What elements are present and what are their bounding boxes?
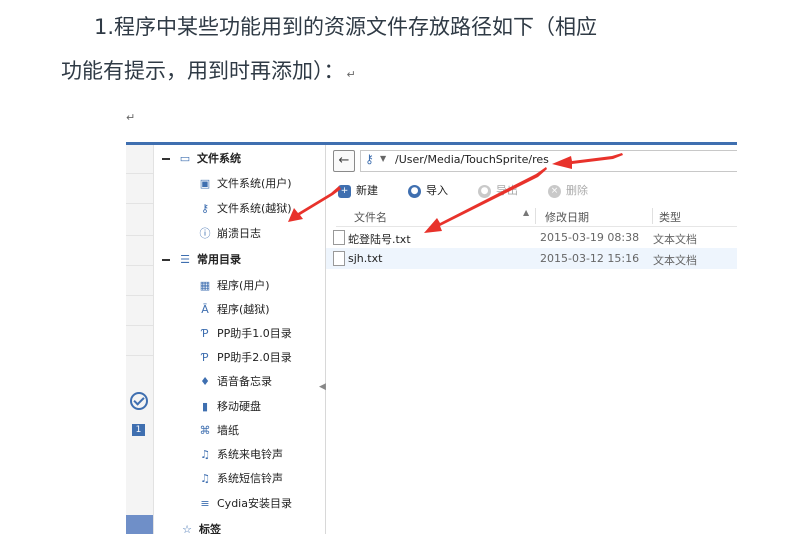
table-row[interactable]: 蛇登陆号.txt 2015-03-19 08:38 文本文档 bbox=[326, 227, 737, 248]
file-name: sjh.txt bbox=[348, 252, 383, 265]
tree-item-file-system-jailbreak[interactable]: ⚷ 文件系统(越狱) bbox=[198, 198, 292, 220]
path-text: /User/Media/TouchSprite/res bbox=[395, 153, 549, 166]
paragraph-line-2: 功能有提示，用到时再添加）： ↵ bbox=[61, 59, 356, 83]
tree-item-sms-tone[interactable]: ♫ 系统短信铃声 bbox=[198, 468, 283, 490]
path-bar: ← ⚷ ▼ /User/Media/TouchSprite/res bbox=[333, 150, 737, 172]
tree-item-voice-memo[interactable]: ♦ 语音备忘录 bbox=[198, 371, 272, 393]
music-icon: ♫ bbox=[200, 472, 210, 485]
tree-item-cydia[interactable]: ≡ Cydia安装目录 bbox=[198, 493, 292, 515]
back-button[interactable]: ← bbox=[333, 150, 355, 172]
left-strip-active-block bbox=[126, 515, 153, 534]
file-date: 2015-03-19 08:38 bbox=[540, 231, 640, 244]
tree-item-apps-jailbreak[interactable]: Ā 程序(越狱) bbox=[198, 299, 269, 321]
file-name: 蛇登陆号.txt bbox=[348, 233, 411, 246]
pane-splitter[interactable] bbox=[325, 145, 326, 534]
tree-item-pp-1[interactable]: Ƥ PP助手1.0目录 bbox=[198, 323, 291, 345]
tree-item-usb-disk[interactable]: ▮ 移动硬盘 bbox=[198, 396, 261, 418]
grid-icon: ▦ bbox=[199, 279, 211, 292]
text-file-icon bbox=[333, 251, 345, 266]
delete-icon: × bbox=[548, 184, 561, 198]
pp-icon: Ƥ bbox=[201, 327, 209, 340]
file-list-header: 文件名 ▲ 修改日期 类型 bbox=[336, 206, 737, 227]
tree-item-wallpaper[interactable]: ⌘ 墙纸 bbox=[198, 420, 240, 442]
tree-item-crash-log[interactable]: ⓘ 崩溃日志 bbox=[198, 223, 262, 245]
table-row[interactable]: sjh.txt 2015-03-12 15:16 文本文档 bbox=[326, 248, 737, 269]
dropdown-arrow-icon[interactable]: ▼ bbox=[380, 154, 386, 163]
column-filename[interactable]: 文件名 bbox=[354, 209, 387, 225]
file-type: 文本文档 bbox=[653, 233, 697, 246]
list-icon: ☰ bbox=[180, 253, 190, 266]
plus-icon: + bbox=[338, 184, 351, 198]
import-button[interactable]: ● 导入 bbox=[408, 179, 448, 203]
pilcrow-mark: ↵ bbox=[126, 111, 136, 124]
collapse-pane-icon[interactable]: ◀ bbox=[319, 382, 326, 392]
collapse-icon[interactable] bbox=[162, 158, 170, 160]
collapse-icon[interactable] bbox=[162, 259, 170, 261]
paragraph-line-1: 1.程序中某些功能用到的资源文件存放路径如下（相应 bbox=[94, 15, 598, 39]
delete-button[interactable]: × 删除 bbox=[548, 179, 588, 203]
lock-icon: ▣ bbox=[199, 177, 211, 190]
menu-icon: ≡ bbox=[200, 497, 210, 510]
image-icon: ⌘ bbox=[199, 424, 211, 437]
music-icon: ♫ bbox=[200, 448, 210, 461]
pilcrow-mark: ↵ bbox=[346, 68, 356, 81]
tree-item-ringtone[interactable]: ♫ 系统来电铃声 bbox=[198, 444, 283, 466]
microphone-icon: ♦ bbox=[200, 375, 210, 388]
tree-group-tags[interactable]: ☆ 标签 bbox=[180, 519, 221, 534]
column-divider bbox=[535, 208, 536, 224]
left-icon-strip: 1 bbox=[126, 145, 154, 534]
new-button[interactable]: + 新建 bbox=[338, 179, 378, 203]
monitor-icon: ▭ bbox=[179, 152, 191, 165]
file-date: 2015-03-12 15:16 bbox=[540, 252, 640, 265]
tree-item-file-system-user[interactable]: ▣ 文件系统(用户) bbox=[198, 173, 292, 195]
export-button[interactable]: ● 导出 bbox=[478, 179, 518, 203]
tree-group-file-system[interactable]: ▭ 文件系统 bbox=[162, 148, 241, 170]
key-icon: ⚷ bbox=[200, 202, 210, 215]
info-icon: ⓘ bbox=[199, 227, 211, 240]
import-icon: ● bbox=[408, 184, 421, 198]
column-modified-date[interactable]: 修改日期 bbox=[545, 209, 589, 225]
text-file-icon bbox=[333, 230, 345, 245]
file-type: 文本文档 bbox=[653, 254, 697, 267]
tree-group-common-dirs[interactable]: ☰ 常用目录 bbox=[162, 249, 241, 271]
check-circle-icon[interactable] bbox=[130, 392, 148, 410]
directory-tree: ▭ 文件系统 ▣ 文件系统(用户) ⚷ 文件系统(越狱) ⓘ 崩溃日志 ☰ 常用目录 ▦ 程… bbox=[154, 145, 325, 534]
sort-ascending-icon: ▲ bbox=[523, 208, 530, 217]
export-icon: ● bbox=[478, 184, 491, 198]
path-input[interactable]: ⚷ ▼ /User/Media/TouchSprite/res bbox=[360, 150, 737, 172]
toolbar: + 新建 ● 导入 ● 导出 × 删除 bbox=[326, 179, 737, 203]
tree-item-pp-2[interactable]: Ƥ PP助手2.0目录 bbox=[198, 347, 291, 369]
star-icon: ☆ bbox=[182, 523, 192, 534]
key-icon: ⚷ bbox=[365, 152, 374, 166]
tree-item-apps-user[interactable]: ▦ 程序(用户) bbox=[198, 275, 270, 297]
page-number-badge[interactable]: 1 bbox=[132, 424, 145, 436]
usb-drive-icon: ▮ bbox=[201, 400, 209, 413]
app-store-icon: Ā bbox=[201, 303, 209, 316]
file-manager-screenshot: 1 ▭ 文件系统 ▣ 文件系统(用户) ⚷ 文件系统(越狱) ⓘ 崩溃日志 ☰ 常用目录 … bbox=[126, 142, 737, 534]
column-divider bbox=[652, 208, 653, 224]
pp-icon: Ƥ bbox=[201, 351, 209, 364]
column-type[interactable]: 类型 bbox=[659, 209, 681, 225]
